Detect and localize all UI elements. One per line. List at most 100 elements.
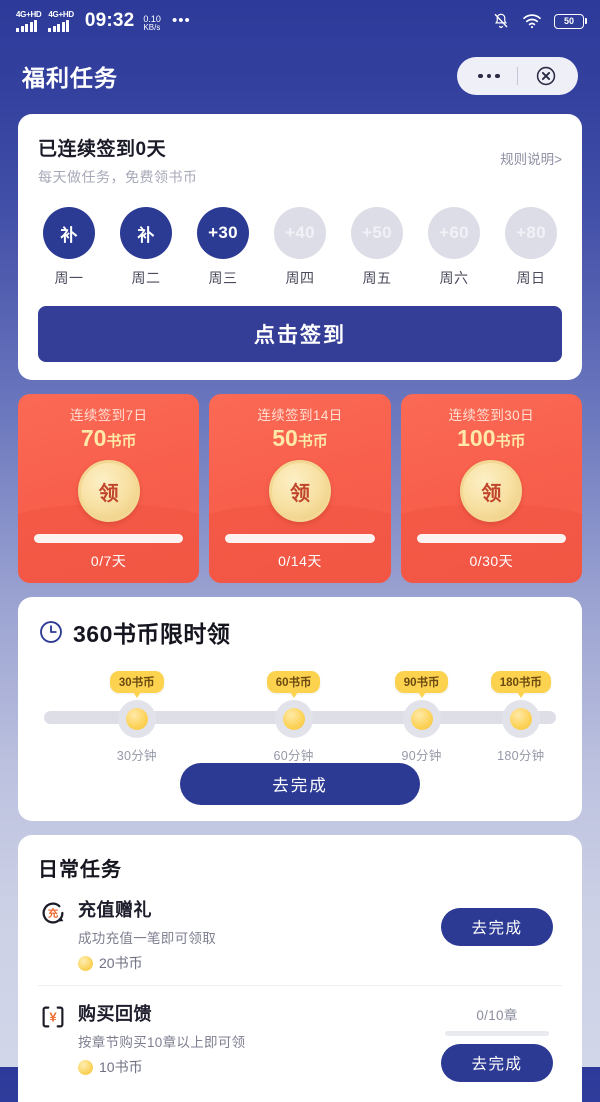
signin-title: 已连续签到0天 <box>38 134 198 161</box>
task-progress-bar <box>445 1031 549 1036</box>
more-button[interactable] <box>461 57 517 95</box>
timed-node-30[interactable]: 30书币 30分钟 <box>44 671 230 764</box>
timed-go-button[interactable]: 去完成 <box>180 763 420 805</box>
daily-tasks-card: 日常任务 充 充值赠礼 成功充值一笔即可领取 20书币 去完成 ¥ 购买回馈 按… <box>18 835 582 1102</box>
reward-amount-unit: 书币 <box>496 433 526 450</box>
status-bar-right: 50 <box>492 12 584 30</box>
purchase-icon-char: ¥ <box>49 1010 57 1025</box>
page-title: 福利任务 <box>22 59 457 93</box>
signin-day-circle: +40 <box>274 207 326 259</box>
reward-card-30day[interactable]: 连续签到30日 100书币 领 0/30天 <box>401 394 582 583</box>
timed-reward-card: 360书币限时领 30书币 30分钟 60书币 60分钟 90书币 90分钟 1… <box>18 597 582 821</box>
task-go-button[interactable]: 去完成 <box>441 1044 553 1082</box>
signal-label-1: 4G+HD <box>16 11 41 19</box>
timed-node-label: 180分钟 <box>497 745 544 764</box>
reward-amount-unit: 书币 <box>106 433 136 450</box>
timed-node-circle <box>403 700 441 738</box>
page-header: 福利任务 <box>0 42 600 110</box>
reward-amount-value: 50 <box>272 425 298 451</box>
close-icon <box>535 65 557 87</box>
signin-day-label: 周一 <box>38 268 100 288</box>
signin-day-1[interactable]: 补 周二 <box>115 207 177 288</box>
reward-card-7day[interactable]: 连续签到7日 70书币 领 0/7天 <box>18 394 199 583</box>
reward-progress-bar <box>417 534 566 543</box>
timed-node-badge: 90书币 <box>395 671 449 693</box>
task-info: 充值赠礼 成功充值一笔即可领取 20书币 <box>78 896 432 973</box>
reward-coin-icon[interactable]: 领 <box>269 460 331 522</box>
notification-off-icon <box>492 12 510 30</box>
signin-day-2[interactable]: +30 周三 <box>192 207 254 288</box>
signal-bars-2 <box>48 20 69 32</box>
reward-progress-text: 0/30天 <box>411 551 572 571</box>
reward-card-list: 连续签到7日 70书币 领 0/7天 连续签到14日 50书币 领 0/14天 … <box>18 394 582 583</box>
coin-icon <box>78 1060 93 1075</box>
reward-title: 连续签到30日 <box>411 404 572 424</box>
timed-node-badge: 180书币 <box>491 671 551 693</box>
reward-coin-label: 领 <box>99 477 119 506</box>
signal-bars-1 <box>16 20 37 32</box>
recharge-icon: 充 <box>38 898 68 928</box>
status-bar-overflow-icon: ••• <box>172 12 191 29</box>
signin-card: 已连续签到0天 每天做任务，免费领书币 规则说明> 补 周一 补 周二 +30 … <box>18 114 582 380</box>
timed-node-90[interactable]: 90书币 90分钟 <box>358 671 486 764</box>
network-speed-unit: KB/s <box>143 24 161 32</box>
reward-coin-label: 领 <box>481 477 501 506</box>
signin-subtitle: 每天做任务，免费领书币 <box>38 167 198 187</box>
rule-link[interactable]: 规则说明> <box>500 134 562 168</box>
signin-day-3[interactable]: +40 周四 <box>269 207 331 288</box>
reward-amount-value: 100 <box>457 425 495 451</box>
signin-day-list: 补 周一 补 周二 +30 周三 +40 周四 +50 周五 +60 周六 +8… <box>38 207 562 288</box>
signin-day-label: 周日 <box>500 268 562 288</box>
coin-icon <box>411 708 433 730</box>
task-reward-text: 10书币 <box>99 1057 143 1077</box>
reward-card-14day[interactable]: 连续签到14日 50书币 领 0/14天 <box>209 394 390 583</box>
coin-icon <box>510 708 532 730</box>
task-desc: 按章节购买10章以上即可领 <box>78 1031 432 1051</box>
signin-day-circle: +50 <box>351 207 403 259</box>
timed-node-circle <box>118 700 156 738</box>
timed-node-circle <box>275 700 313 738</box>
reward-coin-icon[interactable]: 领 <box>78 460 140 522</box>
task-action-area: 0/10章 去完成 <box>432 1000 562 1082</box>
reward-amount: 100书币 <box>411 425 572 452</box>
timed-node-badge: 60书币 <box>267 671 321 693</box>
task-row-purchase: ¥ 购买回馈 按章节购买10章以上即可领 10书币 0/10章 去完成 <box>38 986 562 1094</box>
reward-amount-value: 70 <box>81 425 107 451</box>
header-actions <box>457 57 578 95</box>
task-reward: 20书币 <box>78 953 432 973</box>
timed-node-180[interactable]: 180书币 180分钟 <box>486 671 556 764</box>
timed-node-60[interactable]: 60书币 60分钟 <box>230 671 358 764</box>
battery-level: 50 <box>564 16 574 26</box>
reward-amount: 50书币 <box>219 425 380 452</box>
signin-day-0[interactable]: 补 周一 <box>38 207 100 288</box>
signin-day-circle: +30 <box>197 207 249 259</box>
more-icon <box>478 74 500 79</box>
reward-title: 连续签到7日 <box>28 404 189 424</box>
task-desc: 成功充值一笔即可领取 <box>78 927 432 947</box>
reward-progress-text: 0/7天 <box>28 551 189 571</box>
timed-title: 360书币限时领 <box>73 615 230 649</box>
signin-header: 已连续签到0天 每天做任务，免费领书币 规则说明> <box>38 134 562 187</box>
signin-day-label: 周二 <box>115 268 177 288</box>
timed-node-circle <box>502 700 540 738</box>
signin-day-5[interactable]: +60 周六 <box>423 207 485 288</box>
task-action-area: 去完成 <box>432 896 562 946</box>
signin-day-6[interactable]: +80 周日 <box>500 207 562 288</box>
signin-button[interactable]: 点击签到 <box>38 306 562 362</box>
timed-node-badge: 30书币 <box>110 671 164 693</box>
signin-day-4[interactable]: +50 周五 <box>346 207 408 288</box>
status-bar-clock: 09:32 <box>85 10 135 32</box>
task-name: 充值赠礼 <box>78 896 432 922</box>
clock-icon <box>38 619 64 645</box>
task-go-button[interactable]: 去完成 <box>441 908 553 946</box>
purchase-icon: ¥ <box>38 1002 68 1032</box>
reward-coin-icon[interactable]: 领 <box>460 460 522 522</box>
task-info: 购买回馈 按章节购买10章以上即可领 10书币 <box>78 1000 432 1077</box>
recharge-icon-char: 充 <box>48 907 59 920</box>
signal-icon-1: 4G+HD <box>16 11 41 33</box>
close-button[interactable] <box>518 57 574 95</box>
coin-icon <box>78 956 93 971</box>
task-name: 购买回馈 <box>78 1000 432 1026</box>
timed-node-label: 90分钟 <box>402 745 442 764</box>
reward-coin-label: 领 <box>290 477 310 506</box>
